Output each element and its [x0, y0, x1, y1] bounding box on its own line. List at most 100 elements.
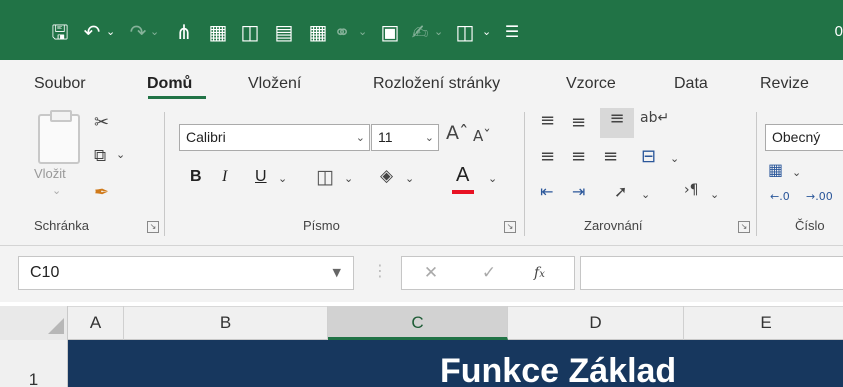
bold-button[interactable]: B [190, 168, 202, 186]
form-icon[interactable]: ▦ [206, 18, 230, 46]
title-cell-text: Funkce Základ [440, 352, 677, 387]
accounting-dropdown-icon[interactable]: ⌄ [792, 166, 801, 179]
align-right-icon[interactable]: ≡ [603, 146, 618, 167]
tab-review[interactable]: Revize [760, 73, 809, 95]
tab-home[interactable]: Domů [147, 73, 192, 95]
active-tab-indicator [148, 96, 206, 99]
orientation-icon[interactable]: ➚ [614, 182, 627, 201]
column-header-e[interactable]: E [684, 306, 843, 340]
fill-color-dropdown-icon[interactable]: ⌄ [405, 172, 414, 185]
name-box-value: C10 [30, 264, 60, 281]
redo-dropdown-icon: ⌄ [150, 25, 160, 38]
copy-dropdown-icon[interactable]: ⌄ [116, 148, 125, 161]
chevron-down-icon: ▼ [332, 266, 341, 279]
wrap-text-icon[interactable]: ab↵ [640, 110, 669, 126]
number-format-value: Obecný [772, 129, 821, 145]
format-painter-icon[interactable]: ✒ [94, 182, 109, 203]
shape-icon[interactable]: ◫ [238, 18, 262, 46]
alignment-launcher-icon[interactable]: ↘ [738, 221, 750, 233]
row-header-1[interactable]: 1 [0, 340, 68, 387]
font-color-swatch [452, 190, 474, 194]
name-box[interactable]: C10 ▼ [18, 256, 354, 290]
font-name-combo[interactable]: Calibri ⌄ [179, 124, 370, 151]
drag-handle-icon[interactable]: ⋮ [372, 262, 388, 282]
decrease-decimal-icon[interactable]: →.00 [806, 190, 833, 203]
decrease-indent-icon[interactable]: ⇤ [540, 182, 553, 201]
decrease-font-icon[interactable]: Aˇ [473, 127, 491, 145]
paste-icon[interactable] [38, 110, 80, 164]
align-center-icon[interactable]: ≡ [571, 146, 586, 167]
font-launcher-icon[interactable]: ↘ [504, 221, 516, 233]
tab-data[interactable]: Data [674, 73, 708, 95]
group-label-number: Číslo [795, 218, 825, 233]
select-all-icon [48, 318, 64, 334]
increase-font-icon[interactable]: Aˆ [446, 122, 469, 144]
align-left-icon[interactable]: ≡ [540, 146, 555, 167]
underline-button[interactable]: U [255, 168, 267, 186]
hand-icon: ✍ [411, 20, 429, 44]
chart-dropdown-icon[interactable]: ⌄ [482, 20, 491, 44]
number-format-combo[interactable]: Obecný [765, 124, 843, 151]
copy-icon[interactable]: ⧉ [94, 146, 106, 166]
orientation-dropdown-icon[interactable]: ⌄ [641, 188, 650, 201]
cycle-dropdown-icon: ⌄ [358, 25, 368, 38]
undo-icon[interactable]: ↶ [80, 18, 104, 46]
group-label-font: Písmo [303, 218, 340, 233]
column-header-a[interactable]: A [68, 306, 124, 340]
chart-icon[interactable]: ◫ [452, 18, 478, 46]
align-bottom-icon[interactable]: ≡ [600, 108, 634, 138]
borders-dropdown-icon[interactable]: ⌄ [344, 172, 353, 185]
font-name-value: Calibri [186, 129, 226, 145]
column-header-b[interactable]: B [124, 306, 328, 340]
customize-toolbar-icon[interactable]: ☰ [502, 18, 522, 46]
chevron-down-icon: ⌄ [355, 131, 365, 144]
italic-button[interactable]: I [222, 168, 227, 186]
group-separator [756, 112, 757, 236]
font-size-combo[interactable]: 11 ⌄ [371, 124, 439, 151]
merged-title-cell[interactable]: Funkce Základ [68, 340, 843, 387]
calculator-icon[interactable]: ▣ [378, 18, 402, 46]
formula-input[interactable] [580, 256, 843, 290]
paste-dropdown-icon[interactable]: ⌄ [52, 184, 61, 197]
hand-dropdown-icon: ⌄ [434, 25, 444, 38]
borders-icon[interactable]: ◫ [316, 166, 334, 188]
group-label-clipboard: Schránka [34, 218, 89, 233]
hierarchy-icon[interactable]: ⋔ [172, 18, 196, 46]
sheet-icon[interactable]: ▤ [272, 18, 296, 46]
table-icon[interactable]: ▦ [306, 18, 330, 46]
increase-indent-icon[interactable]: ⇥ [572, 182, 585, 201]
paste-label[interactable]: Vložit [34, 166, 66, 181]
font-color-button[interactable]: A [456, 164, 469, 187]
increase-decimal-icon[interactable]: ←.0 [770, 190, 790, 203]
cut-icon[interactable]: ✂ [94, 112, 109, 133]
tab-insert[interactable]: Vložení [248, 73, 301, 95]
enter-icon[interactable]: ✓ [472, 256, 506, 290]
cancel-icon[interactable]: ✕ [414, 256, 448, 290]
chevron-down-icon: ⌄ [424, 131, 434, 144]
text-direction-dropdown-icon[interactable]: ⌄ [710, 188, 719, 201]
merge-center-icon[interactable]: ⊟ [641, 146, 656, 167]
tab-page-layout[interactable]: Rozložení stránky [373, 73, 500, 95]
merge-dropdown-icon[interactable]: ⌄ [670, 152, 679, 165]
save-icon[interactable]: 🖫 [48, 18, 72, 46]
cycle-icon: ⚭ [333, 20, 351, 44]
group-label-alignment: Zarovnání [584, 218, 643, 233]
column-header-d[interactable]: D [508, 306, 684, 340]
tab-formulas[interactable]: Vzorce [566, 73, 616, 95]
insert-function-icon[interactable]: fx [534, 256, 560, 290]
fill-color-icon[interactable]: ◈ [380, 166, 393, 186]
column-header-c[interactable]: C [328, 306, 508, 340]
align-top-icon[interactable]: ≡ [540, 110, 555, 131]
tab-file[interactable]: Soubor [34, 73, 86, 95]
accounting-format-icon[interactable]: ▦ [768, 160, 783, 179]
redo-icon: ↷ [129, 20, 147, 44]
window-title: 0 [834, 23, 843, 40]
group-separator [164, 112, 165, 236]
underline-dropdown-icon[interactable]: ⌄ [278, 172, 287, 185]
group-separator [524, 112, 525, 236]
text-direction-icon[interactable]: ›¶ [684, 182, 699, 198]
undo-dropdown-icon[interactable]: ⌄ [106, 20, 115, 44]
font-color-dropdown-icon[interactable]: ⌄ [488, 172, 497, 185]
clipboard-launcher-icon[interactable]: ↘ [147, 221, 159, 233]
align-middle-icon[interactable]: ≡ [571, 112, 586, 133]
